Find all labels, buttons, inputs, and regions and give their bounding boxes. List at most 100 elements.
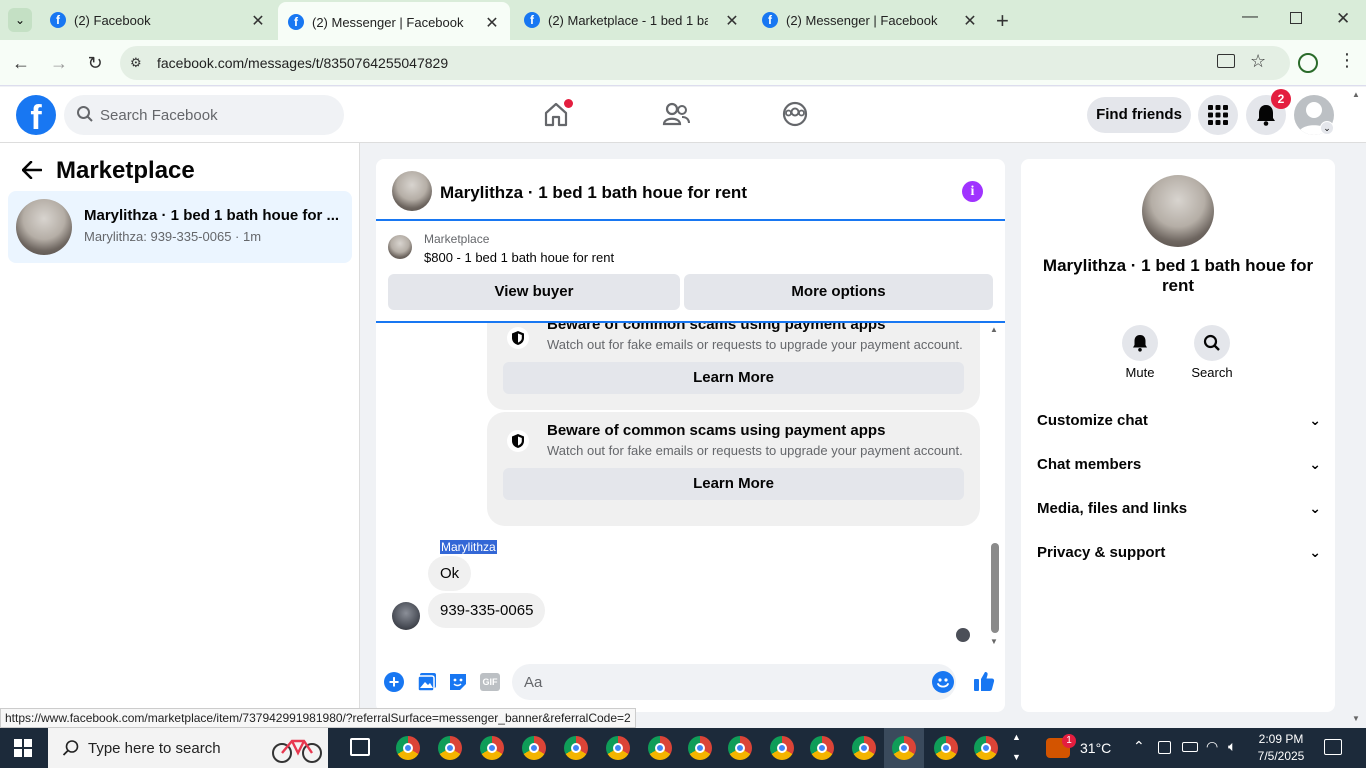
chat-avatar[interactable] [392,171,432,211]
clock-date[interactable]: 7/5/2025 [1256,749,1306,763]
chrome-taskbar-icon[interactable] [770,736,794,760]
gif-icon[interactable]: GIF [480,673,500,691]
banner-listing[interactable]: $800 - 1 bed 1 bath houe for rent [424,250,614,265]
minimize-icon[interactable]: — [1242,8,1258,26]
taskbar-search-input[interactable]: Type here to search [48,728,328,768]
tray-chevron-up-icon[interactable]: ⌃ [1133,738,1145,755]
emoji-icon[interactable] [932,671,954,693]
scroll-down-arrow-icon[interactable]: ▼ [990,637,998,646]
details-avatar[interactable] [1142,175,1214,247]
info-icon[interactable]: i [962,181,983,202]
install-app-icon[interactable] [1217,54,1235,68]
more-actions-plus-icon[interactable]: + [384,672,404,692]
close-window-icon[interactable]: ✕ [1336,9,1350,29]
message-bubble[interactable]: Ok [428,556,472,591]
reload-icon[interactable]: ↻ [84,52,106,74]
more-options-button[interactable]: More options [684,274,993,310]
url-field[interactable]: ⚙ facebook.com/messages/t/83507642550478… [120,46,1290,80]
address-bar-row: ← → ↻ ⚙ facebook.com/messages/t/83507642… [0,40,1366,86]
search-icon [76,105,94,123]
chrome-taskbar-icon[interactable] [564,736,588,760]
search-icon[interactable] [1194,325,1230,361]
mute-label: Mute [1125,365,1155,380]
learn-more-button[interactable]: Learn More [503,362,964,394]
tab-messenger[interactable]: f (2) Messenger | Facebook ✕ [752,0,988,40]
customize-chat-section[interactable]: Customize chat ⌄ [1037,412,1321,429]
browser-menu-icon[interactable]: ⋮ [1338,50,1356,71]
media-files-links-section[interactable]: Media, files and links ⌄ [1037,500,1321,517]
shield-icon [507,430,529,452]
message-input[interactable]: Aa [512,664,956,700]
banner-label: Marketplace [424,232,490,246]
chrome-taskbar-icon[interactable] [606,736,630,760]
chrome-taskbar-icon[interactable] [974,736,998,760]
scroll-up-arrow-icon[interactable]: ▲ [990,325,998,334]
notification-center-icon[interactable] [1324,739,1342,755]
chrome-taskbar-icon[interactable] [810,736,834,760]
close-tab-icon[interactable]: ✕ [962,11,978,31]
maximize-icon[interactable] [1290,12,1302,24]
wifi-icon[interactable]: ◠ [1206,738,1218,755]
clock-time[interactable]: 2:09 PM [1256,732,1306,746]
groups-icon[interactable] [782,101,808,127]
chrome-taskbar-icon[interactable] [522,736,546,760]
message-scrollbar-thumb[interactable] [991,543,999,633]
close-tab-icon[interactable]: ✕ [484,13,500,33]
chat-title[interactable]: Marylithza · 1 bed 1 bath houe for rent [440,183,747,203]
chrome-taskbar-icon-active[interactable] [892,736,916,760]
back-icon[interactable]: ← [10,52,32,74]
page-scroll-down-icon[interactable]: ▼ [1352,714,1360,723]
banner-listing-thumbnail[interactable] [388,235,412,259]
bookmark-star-icon[interactable]: ☆ [1250,51,1266,72]
page-scroll-up-icon[interactable]: ▲ [1352,90,1360,99]
chrome-taskbar-icon[interactable] [934,736,958,760]
tab-marketplace[interactable]: f (2) Marketplace - 1 bed 1 bath h ✕ [514,0,750,40]
like-thumb-icon[interactable] [973,670,995,692]
windows-start-icon[interactable] [14,739,32,757]
profile-icon[interactable] [1298,53,1318,73]
new-tab-icon[interactable]: + [996,8,1009,34]
chrome-taskbar-icon[interactable] [688,736,712,760]
view-buyer-button[interactable]: View buyer [388,274,680,310]
chrome-taskbar-icon[interactable] [396,736,420,760]
forward-icon[interactable]: → [48,52,70,74]
tab-facebook[interactable]: f (2) Facebook ✕ [40,0,276,40]
bicycle-doodle-icon[interactable] [270,734,324,764]
friends-icon[interactable] [662,101,690,127]
battery-icon[interactable] [1182,742,1198,752]
privacy-support-section[interactable]: Privacy & support ⌄ [1037,544,1321,561]
chrome-taskbar-icon[interactable] [648,736,672,760]
sender-avatar[interactable] [392,602,420,630]
status-url-tooltip: https://www.facebook.com/marketplace/ite… [0,708,636,728]
site-info-icon[interactable]: ⚙ [130,55,142,71]
taskbar-scroll-down-icon[interactable]: ▼ [1012,752,1021,762]
chrome-taskbar-icon[interactable] [438,736,462,760]
photo-icon[interactable] [417,672,437,692]
account-chevron-icon[interactable]: ⌄ [1320,121,1334,135]
meet-now-icon[interactable] [1158,741,1171,754]
task-view-icon[interactable] [350,738,370,756]
search-facebook-input[interactable]: Search Facebook [64,95,344,135]
find-friends-button[interactable]: Find friends [1087,97,1191,133]
chrome-taskbar-icon[interactable] [728,736,752,760]
close-tab-icon[interactable]: ✕ [724,11,740,31]
chevron-down-icon: ⌄ [1309,544,1321,560]
facebook-logo-icon[interactable]: f [16,95,56,135]
chrome-taskbar-icon[interactable] [852,736,876,760]
mute-bell-icon[interactable] [1122,325,1158,361]
conversation-item[interactable]: Marylithza · 1 bed 1 bath houe for ... M… [8,191,352,263]
sticker-icon[interactable] [448,672,468,692]
temperature[interactable]: 31°C [1080,740,1111,756]
learn-more-button[interactable]: Learn More [503,468,964,500]
scam-warning-card: Beware of common scams using payment app… [487,323,980,410]
taskbar-scroll-up-icon[interactable]: ▲ [1012,732,1021,742]
message-bubble[interactable]: 939-335-0065 [428,593,546,628]
close-tab-icon[interactable]: ✕ [250,11,266,31]
tab-messenger-active[interactable]: f (2) Messenger | Facebook ✕ [278,2,510,42]
menu-grid-icon[interactable] [1198,95,1238,135]
tab-search-icon[interactable]: ⌄ [8,8,32,32]
chat-members-section[interactable]: Chat members ⌄ [1037,456,1321,473]
chrome-taskbar-icon[interactable] [480,736,504,760]
volume-icon[interactable]: 🔈︎ [1228,738,1236,755]
back-arrow-icon[interactable] [22,161,42,179]
